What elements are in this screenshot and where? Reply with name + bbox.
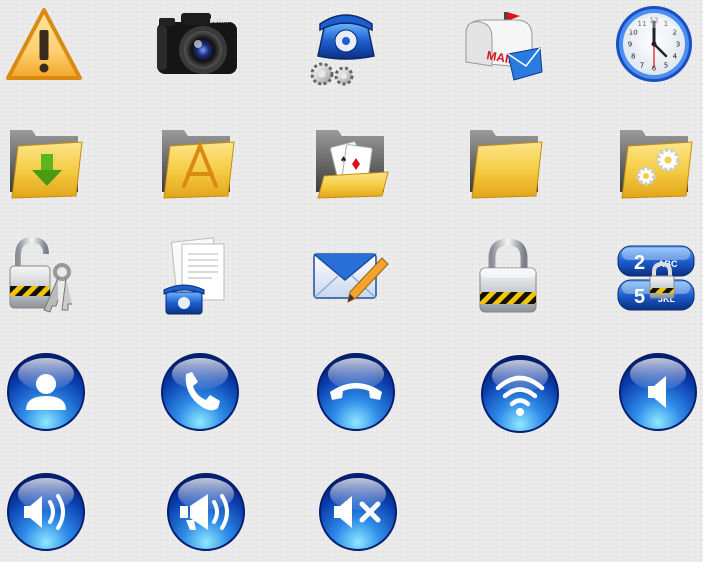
- svg-text:♠: ♠: [340, 155, 347, 164]
- key-5-label: 5: [634, 286, 645, 308]
- documents-phone-icon[interactable]: [160, 236, 240, 316]
- call-button-icon[interactable]: [160, 352, 240, 432]
- phone-settings-icon[interactable]: [306, 8, 386, 88]
- camera-icon[interactable]: LUMIX: [155, 4, 237, 84]
- settings-folder-icon[interactable]: [616, 122, 696, 202]
- mailbox-icon[interactable]: MAIL: [460, 8, 543, 88]
- keypad-lock-icon[interactable]: 2 ABC 5 JKL: [616, 240, 696, 320]
- clock-icon[interactable]: 121234567891011: [614, 4, 694, 84]
- contact-button-icon[interactable]: [6, 352, 86, 432]
- download-folder-icon[interactable]: [6, 122, 86, 202]
- envelope-icon: [507, 47, 543, 81]
- telephone-icon: [163, 284, 205, 315]
- warning-icon[interactable]: [4, 6, 84, 86]
- clock-numeral: 8: [631, 53, 635, 61]
- camera-brand-label: LUMIX: [210, 19, 229, 25]
- gear-icon: [310, 62, 354, 86]
- padlock-icon[interactable]: [468, 236, 548, 316]
- applications-folder-icon[interactable]: [158, 122, 238, 202]
- unlocked-padlock-keys-icon[interactable]: [4, 236, 84, 316]
- clock-numeral: 7: [640, 61, 644, 69]
- clock-numeral: 3: [676, 41, 680, 49]
- clock-numeral: 4: [673, 53, 678, 61]
- games-folder-icon[interactable]: ♠: [312, 122, 392, 202]
- hang-up-button-icon[interactable]: [316, 352, 396, 432]
- mute-button-icon[interactable]: [318, 472, 398, 552]
- clock-numeral: 5: [664, 61, 668, 69]
- volume-high-button-icon[interactable]: [6, 472, 86, 552]
- compose-mail-icon[interactable]: [312, 240, 392, 320]
- clock-numeral: 9: [628, 41, 632, 49]
- key-2-label: 2: [634, 252, 645, 274]
- volume-low-button-icon[interactable]: [618, 352, 698, 432]
- speakerphone-button-icon[interactable]: [166, 472, 246, 552]
- wireless-button-icon[interactable]: [480, 354, 560, 434]
- folder-icon[interactable]: [466, 122, 546, 202]
